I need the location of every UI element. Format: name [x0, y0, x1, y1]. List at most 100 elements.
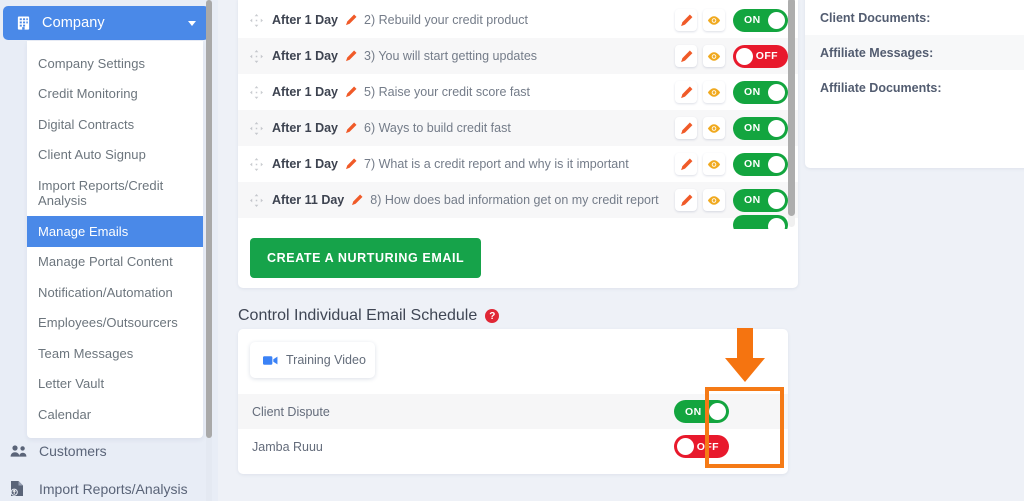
- pencil-icon: [680, 50, 692, 62]
- sidebar-scrollbar[interactable]: [206, 0, 212, 501]
- sidebar-customers-label: Customers: [39, 443, 107, 459]
- right-row-affiliate-documents[interactable]: Affiliate Documents:: [805, 70, 1024, 105]
- table-row[interactable]: After 1 Day 6) Ways to build credit fast: [238, 110, 798, 146]
- toggle-label: ON: [744, 122, 761, 134]
- email-list: After 1 Day 2) Rebuild your credit produ…: [238, 0, 798, 229]
- eye-icon: [707, 87, 721, 97]
- email-toggle[interactable]: ON: [733, 188, 788, 212]
- email-subject: 3) You will start getting updates: [364, 49, 538, 63]
- email-subject: 5) Raise your credit score fast: [364, 85, 531, 99]
- schedule-row-jamba-ruuu[interactable]: Jamba Ruuu OFF: [238, 429, 788, 464]
- preview-email-button[interactable]: [703, 117, 725, 139]
- page-title: Control Individual Email Schedule: [238, 307, 478, 324]
- eye-icon: [707, 51, 721, 61]
- schedule-toggle[interactable]: ON: [674, 400, 729, 423]
- arrow-down-icon: [725, 328, 765, 382]
- toggle-knob: [768, 83, 785, 101]
- table-row[interactable]: After 1 Day 7) What is a credit report a…: [238, 146, 798, 182]
- sidebar-item-client-auto-signup[interactable]: Client Auto Signup: [27, 140, 203, 171]
- sidebar-item-manage-emails[interactable]: Manage Emails: [27, 216, 203, 247]
- table-row[interactable]: After 1 Day 3) You will start getting up…: [238, 38, 798, 74]
- drag-move-icon[interactable]: [250, 121, 263, 135]
- pencil-icon: [680, 194, 692, 206]
- preview-email-button[interactable]: [703, 189, 725, 211]
- sidebar-item-manage-portal-content[interactable]: Manage Portal Content: [27, 247, 203, 278]
- pencil-icon[interactable]: [345, 158, 357, 170]
- pencil-icon[interactable]: [351, 194, 363, 206]
- toggle-label: ON: [744, 14, 761, 26]
- edit-email-button[interactable]: [675, 81, 697, 103]
- toggle-label: ON: [744, 158, 761, 170]
- page-root: Company Company Settings Credit Monitori…: [0, 0, 1024, 501]
- email-toggle[interactable]: OFF: [733, 44, 788, 68]
- drag-move-icon[interactable]: [250, 85, 263, 99]
- toggle-label: ON: [744, 86, 761, 98]
- sidebar-item-calendar[interactable]: Calendar: [27, 399, 203, 430]
- sidebar-company-button[interactable]: Company: [3, 6, 209, 40]
- email-subject: 6) Ways to build credit fast: [364, 121, 511, 135]
- email-toggle[interactable]: ON: [733, 152, 788, 176]
- sidebar-import-reports-label: Import Reports/Analysis: [39, 480, 188, 497]
- preview-email-button[interactable]: [703, 153, 725, 175]
- drag-move-icon[interactable]: [250, 157, 263, 171]
- email-toggle[interactable]: ON: [733, 80, 788, 104]
- section-title-control-individual-email-schedule: Control Individual Email Schedule ?: [238, 307, 500, 325]
- edit-email-button[interactable]: [675, 117, 697, 139]
- pencil-icon: [680, 158, 692, 170]
- schedule-row-client-dispute[interactable]: Client Dispute ON: [238, 394, 788, 429]
- right-row-affiliate-messages[interactable]: Affiliate Messages:: [805, 35, 1024, 70]
- email-delay: After 1 Day: [272, 13, 338, 27]
- right-row-client-documents[interactable]: Client Documents:: [805, 0, 1024, 35]
- email-toggle[interactable]: ON: [733, 8, 788, 32]
- toggle-knob: [736, 47, 753, 65]
- nurturing-emails-card: After 1 Day 2) Rebuild your credit produ…: [238, 0, 798, 288]
- sidebar-item-team-messages[interactable]: Team Messages: [27, 338, 203, 369]
- main-content: After 1 Day 2) Rebuild your credit produ…: [228, 0, 800, 501]
- sidebar-item-company-settings[interactable]: Company Settings: [27, 48, 203, 79]
- edit-email-button[interactable]: [675, 45, 697, 67]
- preview-email-button[interactable]: [703, 45, 725, 67]
- sidebar-item-digital-contracts[interactable]: Digital Contracts: [27, 109, 203, 140]
- preview-email-button[interactable]: [703, 9, 725, 31]
- toggle-label: OFF: [755, 50, 778, 62]
- edit-email-button[interactable]: [675, 189, 697, 211]
- sidebar-item-letter-vault[interactable]: Letter Vault: [27, 369, 203, 400]
- drag-move-icon[interactable]: [250, 193, 263, 207]
- sidebar-item-notification-automation[interactable]: Notification/Automation: [27, 277, 203, 308]
- email-list-scrollbar[interactable]: [788, 0, 795, 227]
- table-row[interactable]: After 11 Day 8) How does bad information…: [238, 182, 798, 218]
- pencil-icon[interactable]: [345, 14, 357, 26]
- pencil-icon[interactable]: [345, 122, 357, 134]
- table-row[interactable]: After 1 Day 2) Rebuild your credit produ…: [238, 2, 798, 38]
- drag-move-icon[interactable]: [250, 13, 263, 27]
- pencil-icon[interactable]: [345, 86, 357, 98]
- sidebar-scrollbar-thumb[interactable]: [206, 0, 212, 438]
- sidebar-item-customers[interactable]: Customers: [10, 443, 107, 459]
- schedule-toggle[interactable]: OFF: [674, 435, 729, 458]
- create-nurturing-email-button[interactable]: CREATE A NURTURING EMAIL: [250, 238, 482, 278]
- table-row[interactable]: After 1 Day 5) Raise your credit score f…: [238, 74, 798, 110]
- pencil-icon: [680, 14, 692, 26]
- toggle-knob: [768, 218, 785, 229]
- email-list-scrollbar-thumb[interactable]: [788, 0, 795, 216]
- sidebar-item-employees-outsourcers[interactable]: Employees/Outsourcers: [27, 308, 203, 339]
- toggle-label: OFF: [696, 440, 719, 453]
- edit-email-button[interactable]: [675, 153, 697, 175]
- drag-move-icon[interactable]: [250, 49, 263, 63]
- sidebar-company-label: Company: [42, 15, 105, 31]
- toggle-label: ON: [744, 194, 761, 206]
- sidebar-item-import-reports-analysis[interactable]: Import Reports/Analysis: [10, 480, 188, 497]
- edit-email-button[interactable]: [675, 9, 697, 31]
- sidebar-item-import-reports-credit-analysis[interactable]: Import Reports/Credit Analysis: [27, 170, 203, 216]
- email-toggle[interactable]: ON: [733, 116, 788, 140]
- toggle-knob: [677, 438, 694, 455]
- toggle-knob: [768, 191, 785, 209]
- schedule-row-name: Client Dispute: [252, 404, 330, 419]
- preview-email-button[interactable]: [703, 81, 725, 103]
- email-delay: After 1 Day: [272, 157, 338, 171]
- email-toggle-partial[interactable]: [733, 215, 788, 229]
- question-mark-icon[interactable]: ?: [485, 309, 500, 323]
- training-video-button[interactable]: Training Video: [250, 342, 375, 378]
- sidebar-item-credit-monitoring[interactable]: Credit Monitoring: [27, 79, 203, 110]
- pencil-icon[interactable]: [345, 50, 357, 62]
